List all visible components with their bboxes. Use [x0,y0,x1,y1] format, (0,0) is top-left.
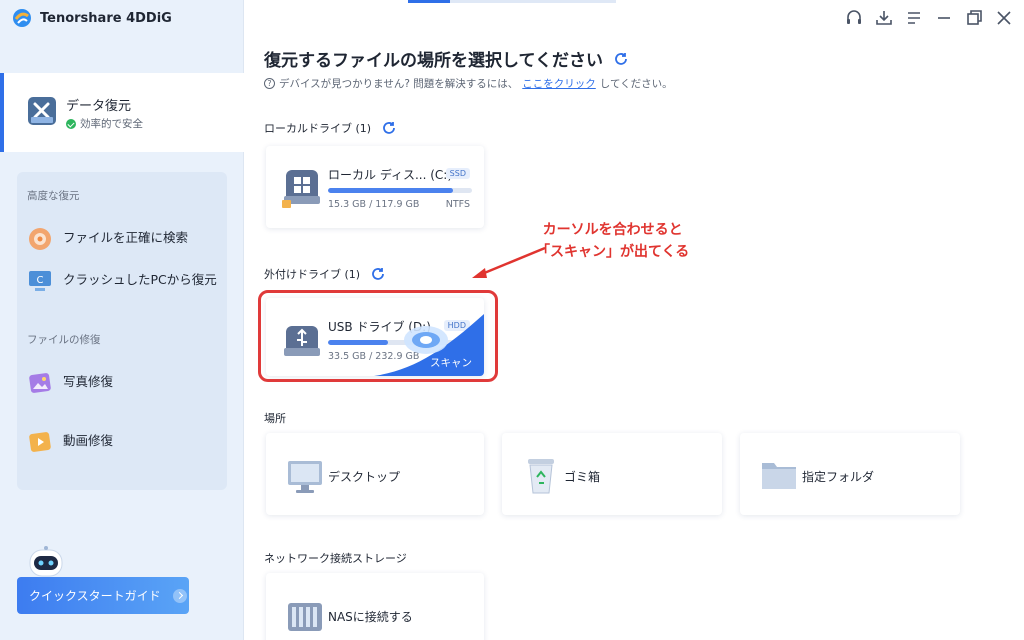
sidebar-item-precise-search[interactable]: ファイルを正確に検索 [27,228,223,252]
annotation-line-1: カーソルを合わせると [542,222,683,238]
drive-name: ローカル ディス... (C:) [328,168,453,182]
location-label: NASに接続する [328,610,413,624]
refresh-icon[interactable] [370,266,386,282]
help-link[interactable]: ここをクリック [522,76,596,91]
location-label: デスクトップ [328,470,401,484]
location-specific-folder[interactable]: 指定フォルダ [740,433,960,515]
quick-start-guide-button[interactable]: クイックスタートガイド [17,577,189,614]
local-drive-section-label: ローカルドライブ (1) [264,120,397,136]
refresh-icon[interactable] [613,51,629,67]
nas-icon [288,603,322,631]
sidebar-item-label: 写真修復 [63,374,114,389]
network-label: ネットワーク接続ストレージ [264,552,407,565]
help-hint: ? デバイスが見つかりません? 問題を解決するには、 ここをクリック してくださ… [264,76,673,91]
refresh-icon[interactable] [381,120,397,136]
folder-icon [762,463,796,489]
section-advanced-recovery: 高度な復元 [27,190,80,202]
local-drive-label: ローカルドライブ (1) [264,122,372,135]
quick-start-label: クイックスタートガイド [29,589,161,603]
annotation-text: カーソルを合わせると 「スキャン」が出てくる [536,219,689,263]
video-repair-icon [29,432,51,452]
hint-prefix: デバイスが見つかりません? 問題を解決するには、 [279,78,519,90]
windows-drive-icon [282,170,320,208]
sidebar-item-label: ファイルを正確に検索 [63,230,189,245]
subtitle-text: 効率的で安全 [80,118,143,130]
locations-section-label: 場所 [264,410,286,426]
annotation-arrow-icon [472,246,546,278]
photo-repair-icon [29,373,51,393]
drive-usage-fill [328,188,454,193]
page-title-text: 復元するファイルの場所を選択してください [264,51,603,71]
drive-usage-bar [328,188,472,193]
sidebar-active-title: データ復元 [66,99,132,114]
network-section-label: ネットワーク接続ストレージ [264,550,407,566]
page-title: 復元するファイルの場所を選択してください [264,46,629,71]
section-file-repair: ファイルの修復 [27,334,101,346]
check-shield-icon [66,118,76,129]
sidebar-item-data-recovery[interactable]: データ復元 効率的で安全 [0,73,244,152]
drive-type-badge: SSD [445,168,470,179]
question-icon: ? [264,78,275,89]
local-drive-card[interactable]: ローカル ディス... (C:) SSD 15.3 GB / 117.9 GB … [266,146,484,228]
hint-suffix: してください。 [599,78,673,90]
sidebar-item-photo-repair[interactable]: 写真修復 [27,372,223,396]
sidebar-item-label: クラッシュしたPCから復元 [63,272,217,287]
recycle-bin-icon [528,459,554,494]
sidebar-item-crashed-pc[interactable]: C クラッシュしたPCから復元 [27,270,223,294]
svg-text:C: C [37,275,44,286]
chevron-right-icon [172,588,187,603]
external-drive-label: 外付けドライブ (1) [264,268,361,281]
sidebar-item-label: 動画修復 [63,433,114,448]
advanced-panel: 高度な復元 ファイルを正確に検索 C クラッシュしたPCから復元 ファイルの修復 [17,172,227,490]
location-label: 指定フォルダ [802,470,875,484]
drive-size: 15.3 GB / 117.9 GB [328,199,420,210]
external-drive-section-label: 外付けドライブ (1) [264,266,386,282]
annotation-line-2: 「スキャン」が出てくる [536,244,690,260]
app-name: Tenorshare 4DDiG [40,10,172,26]
location-desktop[interactable]: デスクトップ [266,433,484,515]
location-label: ゴミ箱 [564,470,601,484]
sidebar-active-subtitle: 効率的で安全 [66,116,143,131]
location-nas[interactable]: NASに接続する [266,573,484,640]
drive-filesystem: NTFS [445,199,470,210]
desktop-icon [288,461,322,493]
tools-icon [28,97,56,125]
app-logo-icon [13,9,31,27]
locations-label: 場所 [264,412,286,425]
sidebar-item-video-repair[interactable]: 動画修復 [27,431,223,455]
brand: Tenorshare 4DDiG [12,8,172,28]
main-content: 復元するファイルの場所を選択してください ? デバイスが見つかりません? 問題を… [244,0,1024,640]
location-recycle-bin[interactable]: ゴミ箱 [502,433,722,515]
crashed-pc-icon: C [29,271,51,291]
target-search-icon [29,228,51,250]
sidebar: Tenorshare 4DDiG データ復元 効率的で安全 高度な復元 ファイル… [0,0,244,640]
annotation-highlight-box [258,290,498,382]
